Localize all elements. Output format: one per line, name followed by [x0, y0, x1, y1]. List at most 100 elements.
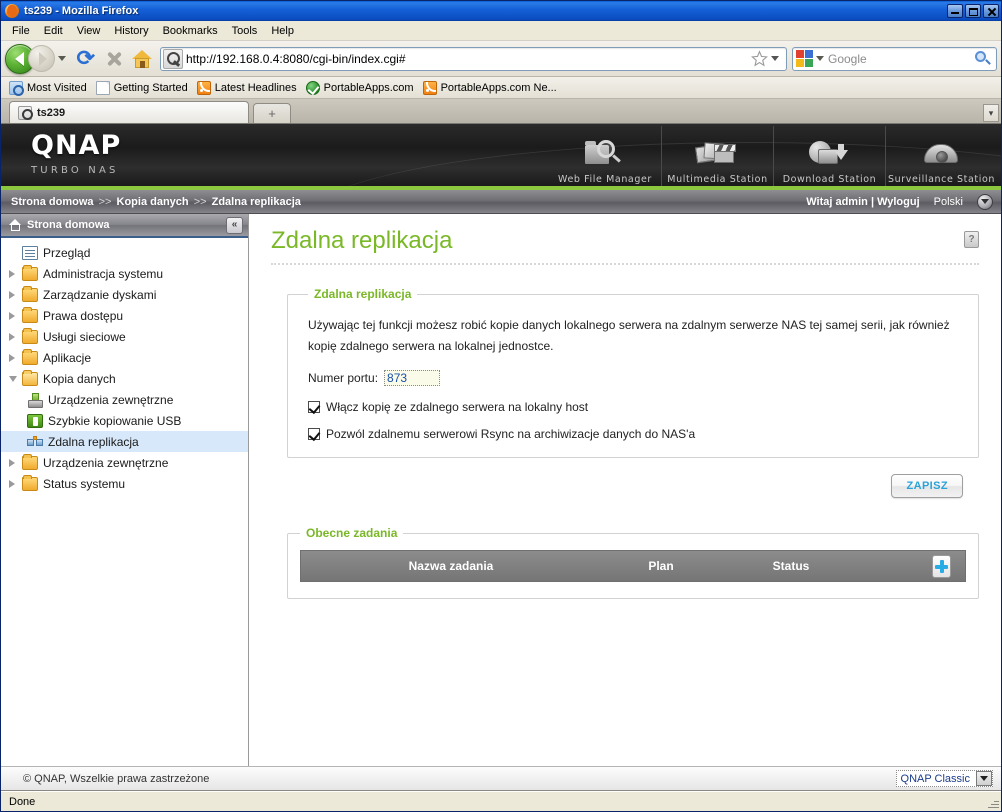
twisty-closed[interactable]	[9, 311, 22, 320]
content-split: Strona domowa « Przegląd Administracja s…	[1, 214, 1001, 766]
sidebar-item-label: Zdalna replikacja	[48, 434, 139, 449]
save-button-row: ZAPISZ	[271, 474, 963, 499]
resize-grip[interactable]	[987, 797, 999, 809]
sidebar-item-uslugi-sieciowe[interactable]: Usługi sieciowe	[1, 326, 248, 347]
tab-ts239[interactable]: ts239	[9, 101, 249, 123]
checkbox-row-allow-rsync[interactable]: Pozwól zdalnemu serwerowi Rsync na archi…	[308, 427, 958, 441]
bookmark-portableapps-news[interactable]: PortableApps.com Ne...	[421, 80, 564, 95]
search-input[interactable]: Google	[828, 52, 974, 66]
bookmark-portableapps[interactable]: PortableApps.com	[304, 80, 421, 95]
sidebar-item-label: Zarządzanie dyskami	[43, 287, 157, 302]
google-icon[interactable]	[796, 49, 814, 68]
menu-file[interactable]: File	[5, 23, 37, 39]
twisty-closed[interactable]	[9, 269, 22, 278]
page-title-row: Zdalna replikacja ?	[271, 227, 979, 260]
reload-button[interactable]: ⟳	[73, 46, 99, 72]
folder-icon	[22, 264, 38, 281]
breadcrumb-home[interactable]: Strona domowa	[11, 196, 94, 208]
station-label: Surveillance Station	[887, 174, 996, 185]
port-input[interactable]: 873	[384, 370, 441, 387]
checkbox-row-enable-remote-to-local[interactable]: Włącz kopię ze zdalnego serwera na lokal…	[308, 400, 958, 414]
help-button[interactable]: ?	[964, 231, 979, 248]
sidebar-item-urzadzenia-zewnetrzne-child[interactable]: Urządzenia zewnętrzne	[1, 389, 248, 410]
menu-history[interactable]: History	[107, 23, 155, 39]
sidebar-item-prawa-dostepu[interactable]: Prawa dostępu	[1, 305, 248, 326]
breadcrumb-separator: >>	[98, 195, 112, 208]
tasks-table-header: Nazwa zadania Plan Status	[300, 550, 966, 583]
sidebar-item-administracja-systemu[interactable]: Administracja systemu	[1, 263, 248, 284]
multimedia-station-icon	[694, 138, 742, 174]
station-links: Web File Manager Multimedia Station Down…	[549, 126, 997, 186]
twisty-closed[interactable]	[9, 458, 22, 467]
language-label[interactable]: Polski	[934, 196, 963, 208]
menu-help[interactable]: Help	[264, 23, 301, 39]
url-bar[interactable]: http://192.168.0.4:8080/cgi-bin/index.cg…	[160, 46, 787, 71]
magnifier-icon[interactable]	[974, 50, 992, 68]
close-button[interactable]	[983, 4, 999, 18]
qnap-logo[interactable]: QNAP TURBO NAS	[31, 132, 121, 176]
sidebar-item-kopia-danych[interactable]: Kopia danych	[1, 368, 248, 389]
bookmark-getting-started[interactable]: Getting Started	[94, 80, 195, 95]
caret-down-icon[interactable]	[976, 771, 992, 786]
port-label: Numer portu:	[308, 371, 379, 386]
menu-bookmarks[interactable]: Bookmarks	[156, 23, 225, 39]
chevron-down-icon: ▾	[988, 107, 994, 118]
sidebar-item-aplikacje[interactable]: Aplikacje	[1, 347, 248, 368]
sidebar-item-szybkie-kopiowanie-usb[interactable]: Szybkie kopiowanie USB	[1, 410, 248, 431]
sidebar-item-zdalna-replikacja[interactable]: Zdalna replikacja	[1, 431, 248, 452]
page-icon	[95, 80, 110, 95]
stop-icon	[106, 50, 123, 67]
url-dropdown-icon[interactable]	[771, 56, 779, 61]
chevron-down-circle-icon[interactable]	[977, 193, 993, 210]
theme-selector[interactable]: QNAP Classic	[895, 770, 993, 787]
twisty-open[interactable]	[9, 375, 22, 382]
page-footer: © QNAP, Wszelkie prawa zastrzeżone QNAP …	[1, 766, 1001, 790]
page-title: Zdalna replikacja	[271, 227, 453, 254]
add-task-button[interactable]	[932, 555, 951, 579]
remote-replication-panel: Zdalna replikacja Używając tej funkcji m…	[287, 287, 979, 459]
stop-button[interactable]	[101, 46, 127, 72]
breadcrumb-backup[interactable]: Kopia danych	[117, 196, 189, 208]
home-button[interactable]	[129, 46, 155, 72]
twisty-closed[interactable]	[9, 479, 22, 488]
save-button[interactable]: ZAPISZ	[891, 474, 963, 499]
greeting-text: Witaj admin	[806, 195, 868, 208]
collapse-sidebar-button[interactable]: «	[226, 216, 243, 234]
sidebar-item-label: Prawa dostępu	[43, 308, 124, 323]
url-text[interactable]: http://192.168.0.4:8080/cgi-bin/index.cg…	[186, 52, 751, 66]
search-engine-dropdown-icon[interactable]	[816, 56, 824, 61]
minimize-button[interactable]	[947, 4, 963, 18]
list-all-tabs-button[interactable]: ▾	[983, 104, 999, 122]
twisty-closed[interactable]	[9, 332, 22, 341]
bookmark-most-visited[interactable]: Most Visited	[7, 80, 94, 96]
sidebar-item-status-systemu[interactable]: Status systemu	[1, 473, 248, 494]
usb-icon	[27, 413, 43, 428]
panel-description: Używając tej funkcji możesz robić kopie …	[308, 318, 950, 353]
bookmark-latest-headlines[interactable]: Latest Headlines	[195, 80, 304, 95]
forward-button[interactable]	[28, 45, 55, 72]
navigation-toolbar: ⟳ http://192.168.0.4:8080/cgi-bin/index.…	[1, 41, 1001, 77]
menu-tools[interactable]: Tools	[225, 23, 265, 39]
twisty-closed[interactable]	[9, 290, 22, 299]
maximize-button[interactable]	[965, 4, 981, 18]
greeting-and-logout: Witaj admin | Wyloguj	[806, 196, 919, 208]
station-surveillance[interactable]: Surveillance Station	[885, 126, 997, 186]
station-web-file-manager[interactable]: Web File Manager	[549, 126, 661, 186]
history-dropdown-icon[interactable]	[58, 56, 66, 61]
sidebar-item-zarzadzanie-dyskami[interactable]: Zarządzanie dyskami	[1, 284, 248, 305]
checkbox-enable-remote-to-local[interactable]	[308, 401, 320, 414]
menu-view[interactable]: View	[70, 23, 108, 39]
sidebar-item-urzadzenia-zewnetrzne[interactable]: Urządzenia zewnętrzne	[1, 452, 248, 473]
search-bar[interactable]: Google	[792, 46, 997, 71]
new-tab-button[interactable]: +	[253, 103, 291, 123]
twisty-closed[interactable]	[9, 353, 22, 362]
checkbox-allow-rsync[interactable]	[308, 428, 320, 441]
station-download[interactable]: Download Station	[773, 126, 885, 186]
sidebar-item-przeglad[interactable]: Przegląd	[1, 242, 248, 263]
menu-edit[interactable]: Edit	[37, 23, 70, 39]
main-content: Zdalna replikacja ? Zdalna replikacja Uż…	[249, 214, 1001, 766]
home-icon	[132, 49, 152, 68]
station-multimedia[interactable]: Multimedia Station	[661, 126, 773, 186]
logout-link[interactable]: Wyloguj	[877, 196, 920, 208]
star-icon[interactable]	[751, 49, 769, 68]
